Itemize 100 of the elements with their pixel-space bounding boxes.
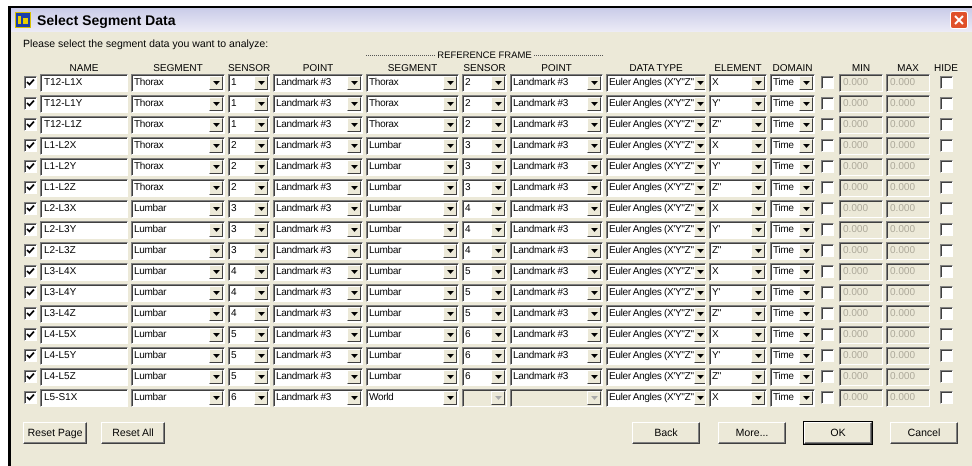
point-dropdown[interactable]: Landmark #3 [273,304,363,322]
name-field[interactable]: L2-L3X [40,200,128,218]
domain-dropdown[interactable]: Time [770,200,815,218]
segment-dropdown[interactable]: Lumbar [131,304,225,322]
reference-segment-dropdown[interactable]: Lumbar [366,220,459,238]
reference-sensor-dropdown[interactable]: 4 [462,220,507,238]
dialog-button[interactable]: Back [632,422,700,444]
hide-checkbox[interactable] [940,349,952,362]
hide-checkbox[interactable] [940,118,952,131]
point-dropdown[interactable]: Landmark #3 [273,136,363,154]
segment-dropdown[interactable]: Thorax [131,94,225,112]
segment-dropdown[interactable]: Lumbar [131,262,225,280]
checkbox[interactable] [24,286,36,299]
checkbox[interactable] [24,97,36,110]
reference-point-dropdown[interactable]: Landmark #3 [510,178,603,196]
domain-dropdown[interactable]: Time [770,326,815,344]
checkbox[interactable] [24,139,36,152]
reference-sensor-dropdown[interactable]: 5 [462,304,507,322]
dialog-button[interactable]: OK [804,422,872,444]
segment-dropdown[interactable]: Lumbar [131,242,225,260]
sensor-dropdown[interactable]: 1 [228,94,270,112]
hide-checkbox[interactable] [940,307,952,320]
reference-sensor-dropdown[interactable]: 4 [462,200,507,218]
segment-dropdown[interactable]: Thorax [131,158,225,176]
reference-segment-dropdown[interactable]: Lumbar [366,242,459,260]
data-type-dropdown[interactable]: Euler Angles (X'Y"Z" [606,304,706,322]
point-dropdown[interactable]: Landmark #3 [273,220,363,238]
hide-checkbox[interactable] [940,202,952,215]
element-dropdown[interactable]: X [709,388,767,406]
reference-point-dropdown[interactable] [510,388,603,406]
reference-sensor-dropdown[interactable]: 3 [462,136,507,154]
close-button[interactable] [950,11,968,29]
sensor-dropdown[interactable]: 3 [228,242,270,260]
reference-point-dropdown[interactable]: Landmark #3 [510,116,603,134]
reference-segment-dropdown[interactable]: Lumbar [366,304,459,322]
domain-dropdown[interactable]: Time [770,388,815,406]
element-dropdown[interactable]: X [709,136,767,154]
point-dropdown[interactable]: Landmark #3 [273,346,363,364]
data-type-dropdown[interactable]: Euler Angles (X'Y"Z" [606,74,706,92]
checkbox[interactable] [820,370,834,383]
segment-dropdown[interactable]: Lumbar [131,284,225,302]
reference-segment-dropdown[interactable]: Lumbar [366,136,459,154]
name-field[interactable]: L1-L2X [40,136,128,154]
reference-point-dropdown[interactable]: Landmark #3 [510,200,603,218]
checkbox[interactable] [820,97,834,110]
domain-dropdown[interactable]: Time [770,158,815,176]
reference-segment-dropdown[interactable]: Thorax [366,74,459,92]
data-type-dropdown[interactable]: Euler Angles (X'Y"Z" [606,220,706,238]
reference-point-dropdown[interactable]: Landmark #3 [510,326,603,344]
hide-checkbox[interactable] [940,139,952,152]
checkbox[interactable] [24,223,36,236]
checkbox[interactable] [820,328,834,341]
sensor-dropdown[interactable]: 5 [228,346,270,364]
element-dropdown[interactable]: Y' [709,158,767,176]
sensor-dropdown[interactable]: 4 [228,284,270,302]
element-dropdown[interactable]: Y' [709,346,767,364]
name-field[interactable]: L2-L3Y [40,220,128,238]
segment-dropdown[interactable]: Thorax [131,136,225,154]
reference-sensor-dropdown[interactable] [462,388,507,406]
reference-segment-dropdown[interactable]: Lumbar [366,200,459,218]
segment-dropdown[interactable]: Lumbar [131,388,225,406]
reference-point-dropdown[interactable]: Landmark #3 [510,220,603,238]
reference-sensor-dropdown[interactable]: 3 [462,178,507,196]
point-dropdown[interactable]: Landmark #3 [273,388,363,406]
hide-checkbox[interactable] [940,286,952,299]
hide-checkbox[interactable] [940,97,952,110]
domain-dropdown[interactable]: Time [770,178,815,196]
point-dropdown[interactable]: Landmark #3 [273,74,363,92]
sensor-dropdown[interactable]: 4 [228,304,270,322]
reference-point-dropdown[interactable]: Landmark #3 [510,346,603,364]
reference-point-dropdown[interactable]: Landmark #3 [510,74,603,92]
data-type-dropdown[interactable]: Euler Angles (X'Y"Z" [606,94,706,112]
reference-sensor-dropdown[interactable]: 4 [462,242,507,260]
hide-checkbox[interactable] [940,328,952,341]
reference-point-dropdown[interactable]: Landmark #3 [510,242,603,260]
sensor-dropdown[interactable]: 3 [228,200,270,218]
reference-sensor-dropdown[interactable]: 2 [462,116,507,134]
point-dropdown[interactable]: Landmark #3 [273,178,363,196]
data-type-dropdown[interactable]: Euler Angles (X'Y"Z" [606,178,706,196]
checkbox[interactable] [24,202,36,215]
element-dropdown[interactable]: Y' [709,284,767,302]
name-field[interactable]: L4-L5Y [40,346,128,364]
hide-checkbox[interactable] [940,391,952,404]
checkbox[interactable] [24,328,36,341]
data-type-dropdown[interactable]: Euler Angles (X'Y"Z" [606,388,706,406]
reference-sensor-dropdown[interactable]: 3 [462,158,507,176]
point-dropdown[interactable]: Landmark #3 [273,116,363,134]
data-type-dropdown[interactable]: Euler Angles (X'Y"Z" [606,242,706,260]
name-field[interactable]: T12-L1Z [40,116,128,134]
reference-segment-dropdown[interactable]: Lumbar [366,368,459,386]
element-dropdown[interactable]: Z" [709,116,767,134]
point-dropdown[interactable]: Landmark #3 [273,284,363,302]
name-field[interactable]: L4-L5X [40,326,128,344]
domain-dropdown[interactable]: Time [770,262,815,280]
data-type-dropdown[interactable]: Euler Angles (X'Y"Z" [606,116,706,134]
checkbox[interactable] [24,160,36,173]
name-field[interactable]: T12-L1X [40,74,128,92]
name-field[interactable]: L5-S1X [40,388,128,406]
sensor-dropdown[interactable]: 2 [228,158,270,176]
sensor-dropdown[interactable]: 2 [228,136,270,154]
